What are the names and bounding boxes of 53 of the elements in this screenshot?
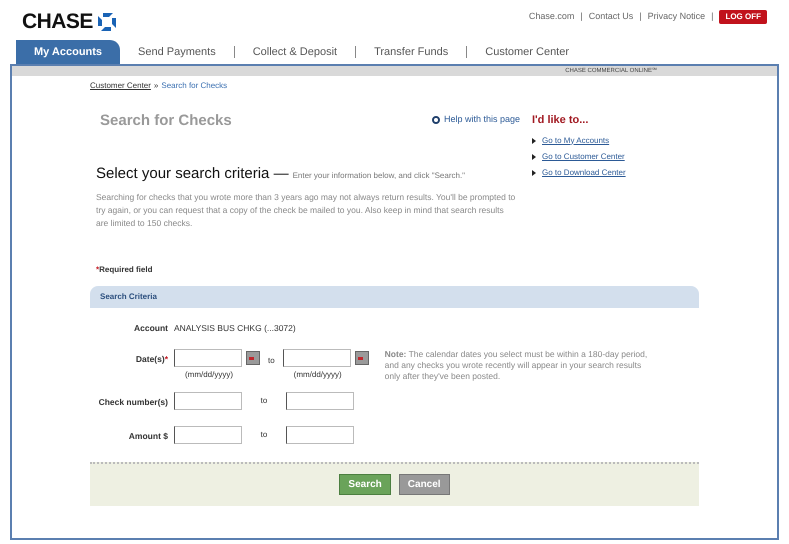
account-label: Account [133,322,169,335]
link-divider: | [639,10,642,24]
field-label: Date(s) [136,352,165,366]
account-value: ANALYSIS BUS CHKG (...3072) [174,322,296,335]
logoff-button[interactable]: LOG OFF [719,10,767,24]
top-link[interactable]: Contact Us [588,10,634,24]
nav-tab[interactable]: Send Payments [120,40,234,64]
logo-text: CHASE [22,9,93,35]
panel-header: Search Criteria [90,286,699,308]
input-field[interactable] [286,392,354,410]
required-mark: * [164,352,168,366]
required-note: Required field [99,264,152,276]
date-note: Note: The calendar dates you select must be within a 180-day period, and any checks you wrote recently will appear in your search results only after they've been posted. [384,348,648,382]
top-link[interactable]: Chase.com [528,10,574,24]
input-field[interactable] [174,348,242,367]
calendar-icon[interactable] [246,350,260,365]
bullet-icon [532,154,536,160]
page-title: Search for Checks [100,111,232,131]
range-separator: to [260,428,268,441]
nav-tab[interactable]: Collect & Deposit [234,40,356,64]
required-mark: * [96,264,100,276]
link-divider: | [580,10,583,24]
breadcrumb-current: Search for Checks [161,80,228,92]
input-field[interactable] [174,392,242,410]
bullet-icon [532,138,536,144]
nav-tab[interactable]: Transfer Funds [356,40,466,64]
field-label: Check number(s) [98,396,168,408]
help-icon [432,116,440,124]
link-divider: | [711,10,714,24]
bullet-icon [532,170,536,176]
section-heading: Select your search criteria — [96,164,289,184]
range-separator: to [260,394,268,407]
top-link[interactable]: Privacy Notice [648,10,706,24]
input-field[interactable] [174,426,242,444]
input-field[interactable] [282,348,351,367]
breadcrumb-separator: » [154,80,158,92]
nav-tab[interactable]: Customer Center [467,40,588,64]
help-link[interactable]: Help with this page [444,113,520,126]
nav-tab[interactable]: My Accounts [16,40,120,64]
field-label: Amount $ [128,430,168,442]
range-separator: to [268,354,275,367]
format-hint: (mm/dd/yyyy) [294,368,342,381]
calendar-icon[interactable] [354,350,369,365]
sidebar-link[interactable]: Go to Download Center [542,166,626,178]
section-hint: Enter your information below, and click "Search." [292,170,466,182]
format-hint: (mm/dd/yyyy) [185,368,233,381]
sidebar-title: I'd like to... [532,113,590,128]
sidebar-link[interactable]: Go to Customer Center [542,150,625,162]
input-field[interactable] [286,426,354,444]
sidebar-link[interactable]: Go to My Accounts [542,134,610,146]
logo-icon [96,12,117,32]
breadcrumb-link[interactable]: Customer Center [90,80,151,92]
intro-text: Searching for checks that you wrote more than 3 years ago may not always return results. You'll be prompted to try again, or you can request that a copy of the check be mailed to you. Also keep in mind that search results are limited to 150 checks. [96,191,516,230]
